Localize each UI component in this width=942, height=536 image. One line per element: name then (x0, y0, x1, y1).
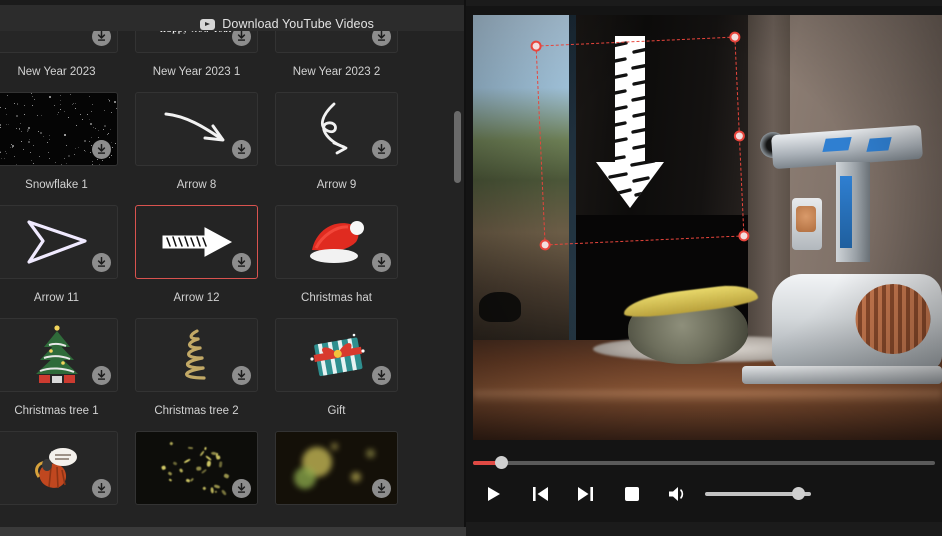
sticker-library-panel: Download YouTube Videos 2023 New Year 202… (0, 0, 466, 536)
playback-progress-knob[interactable] (494, 456, 508, 469)
skip-next-icon (577, 487, 593, 501)
sticker-tile[interactable] (0, 205, 118, 279)
sticker-caption: Snowflake 1 (25, 179, 88, 191)
preview-player-panel (466, 0, 942, 536)
stop-icon (625, 487, 639, 501)
play-button[interactable] (478, 481, 508, 507)
sticker-caption: Christmas tree 1 (14, 405, 99, 417)
sticker-caption: Arrow 8 (176, 179, 217, 191)
download-icon[interactable] (92, 253, 111, 272)
download-icon[interactable] (232, 140, 251, 159)
sticker-cell: Snowflake 1 (0, 92, 118, 205)
sticker-caption: New Year 2023 2 (292, 66, 381, 78)
sticker-scrollbar-thumb[interactable] (454, 111, 461, 183)
library-bottom-bar (0, 527, 466, 536)
library-header-bar: Download YouTube Videos (0, 5, 466, 31)
sticker-cell: 2023 New Year 2023 2 (275, 31, 398, 92)
download-icon[interactable] (232, 253, 251, 272)
sticker-cell: Arrow 9 (275, 92, 398, 205)
next-button[interactable] (570, 481, 600, 507)
sticker-tile[interactable] (135, 431, 258, 505)
sticker-cell: Arrow 8 (135, 92, 258, 205)
sticker-cell: 2023 New Year 2023 (0, 31, 118, 92)
download-icon[interactable] (232, 366, 251, 385)
sticker-scrollbar-track[interactable] (452, 31, 464, 527)
sticker-caption: Arrow 12 (173, 292, 220, 304)
sticker-tile[interactable] (275, 431, 398, 505)
sticker-tile[interactable] (275, 92, 398, 166)
sticker-cell (275, 431, 398, 527)
video-preview-stage[interactable] (473, 15, 942, 440)
playback-controls (473, 480, 935, 508)
sticker-cell: Gift (275, 318, 398, 431)
stop-button[interactable] (617, 481, 647, 507)
playback-progress-track[interactable] (473, 461, 935, 465)
volume-icon (669, 487, 684, 501)
sticker-tile-selected[interactable] (135, 205, 258, 279)
download-icon[interactable] (372, 479, 391, 498)
sticker-tile[interactable] (0, 431, 118, 505)
sticker-caption: Christmas hat (301, 292, 372, 304)
volume-slider[interactable] (705, 487, 811, 501)
download-icon[interactable] (372, 140, 391, 159)
sticker-cell (0, 431, 118, 527)
player-top-edge (466, 0, 942, 6)
skip-previous-icon (532, 487, 548, 501)
sticker-tile[interactable] (275, 205, 398, 279)
sticker-cell: Arrow 12 (135, 205, 258, 318)
sticker-caption: Christmas tree 2 (154, 405, 239, 417)
download-icon[interactable] (232, 479, 251, 498)
sticker-tile[interactable] (135, 92, 258, 166)
sticker-cell: 2023Happy New Year New Year 2023 1 (135, 31, 258, 92)
sticker-caption: New Year 2023 1 (152, 66, 241, 78)
sticker-caption: Gift (327, 405, 346, 417)
volume-slider-knob[interactable] (792, 487, 806, 500)
play-icon (487, 487, 500, 501)
player-bottom-edge (466, 522, 942, 536)
sticker-grid: 2023 New Year 2023 2023Happy New Year New Y… (0, 31, 398, 527)
video-editor-window: Download YouTube Videos 2023 New Year 202… (0, 0, 942, 536)
sticker-selection-box[interactable] (530, 31, 750, 251)
sticker-cell (135, 431, 258, 527)
sticker-cell: Arrow 11 (0, 205, 118, 318)
sticker-tile[interactable] (275, 318, 398, 392)
sticker-tile[interactable]: 2023 (275, 31, 398, 53)
sticker-cell: Christmas hat (275, 205, 398, 318)
download-icon[interactable] (92, 479, 111, 498)
download-icon[interactable] (92, 140, 111, 159)
sticker-tile[interactable]: 2023Happy New Year (135, 31, 258, 53)
previous-button[interactable] (525, 481, 555, 507)
sticker-caption: New Year 2023 (17, 66, 96, 78)
playback-progress-row (473, 455, 935, 471)
sticker-tile[interactable] (0, 318, 118, 392)
volume-button[interactable] (663, 481, 693, 507)
youtube-icon (200, 18, 216, 30)
sticker-grid-viewport: 2023 New Year 2023 2023Happy New Year New Y… (0, 31, 450, 527)
download-icon[interactable] (372, 366, 391, 385)
sticker-tile[interactable] (135, 318, 258, 392)
sticker-cell: Christmas tree 2 (135, 318, 258, 431)
download-icon[interactable] (372, 253, 391, 272)
sticker-cell: Christmas tree 1 (0, 318, 118, 431)
sticker-caption: Arrow 11 (33, 292, 80, 304)
selection-handle-top-left[interactable] (530, 40, 542, 52)
sticker-tile[interactable] (0, 92, 118, 166)
sticker-tile[interactable]: 2023 (0, 31, 118, 53)
download-youtube-videos-label: Download YouTube Videos (222, 17, 374, 31)
sticker-caption: Arrow 9 (316, 179, 357, 191)
download-icon[interactable] (92, 366, 111, 385)
